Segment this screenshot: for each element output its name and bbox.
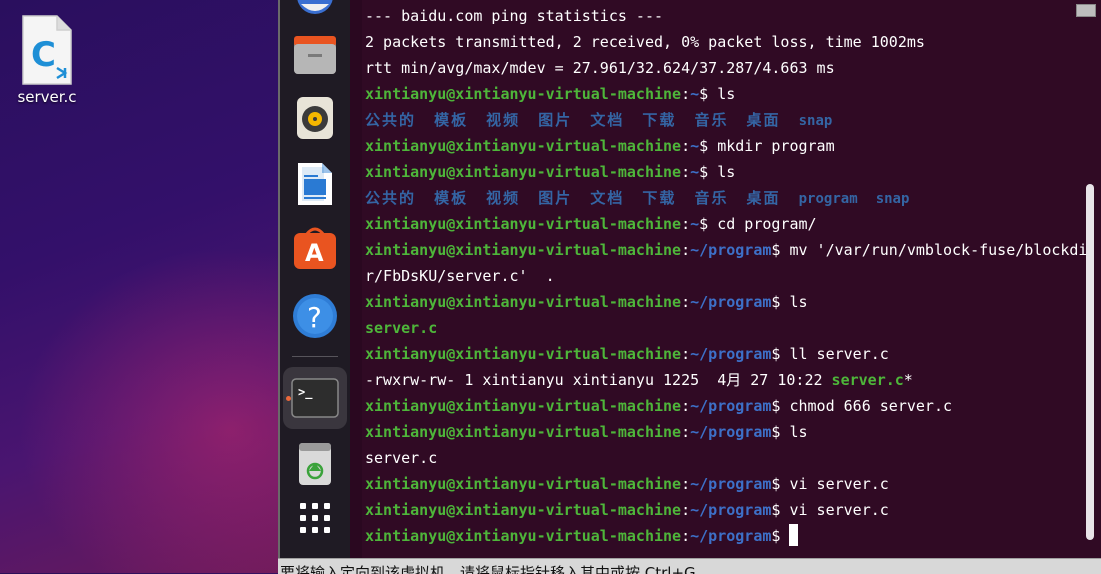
- svg-text:C: C: [31, 35, 56, 75]
- terminal-prompt-line: xintianyu@xintianyu-virtual-machine:~$ l…: [365, 163, 736, 181]
- prompt-user: xintianyu@xintianyu-virtual-machine: [365, 85, 682, 103]
- command-text: ls: [708, 163, 736, 181]
- terminal-prompt-line: xintianyu@xintianyu-virtual-machine:~$ c…: [365, 215, 817, 233]
- ubuntu-dock: A ? >_: [280, 0, 350, 558]
- command-text: ls: [780, 293, 808, 311]
- terminal-line: server.c: [365, 319, 438, 337]
- command-text: mv '/var/run/vmblock-fuse/blockdi: [780, 241, 1088, 259]
- command-text: vi server.c: [780, 501, 889, 519]
- terminal-line: --- baidu.com ping statistics ---: [365, 7, 664, 25]
- terminal-prompt-line: xintianyu@xintianyu-virtual-machine:~$ l…: [365, 85, 736, 103]
- terminal-prompt-line: xintianyu@xintianyu-virtual-machine:~/pr…: [365, 241, 1088, 259]
- command-text: ls: [708, 85, 736, 103]
- terminal-prompt-line: xintianyu@xintianyu-virtual-machine:~/pr…: [365, 397, 953, 415]
- terminal-prompt-line: xintianyu@xintianyu-virtual-machine:~/pr…: [365, 345, 889, 363]
- terminal-left-margin: [350, 0, 362, 558]
- terminal-prompt-line: xintianyu@xintianyu-virtual-machine:~/pr…: [365, 475, 889, 493]
- svg-text:>_: >_: [298, 385, 313, 400]
- trash-icon[interactable]: [289, 438, 341, 490]
- c-source-file-icon: C: [21, 14, 73, 86]
- vm-input-notice-bar: 要将输入定向到该虚拟机，请将鼠标指针移入其中或按 Ctrl+G。: [278, 558, 1101, 574]
- command-text: ll server.c: [780, 345, 889, 363]
- svg-text:?: ?: [307, 301, 322, 334]
- files-icon[interactable]: [289, 28, 341, 80]
- terminal-line: rtt min/avg/max/mdev = 27.961/32.624/37.…: [365, 59, 835, 77]
- terminal-ls-output: 公共的 模板 视频 图片 文档 下载 音乐 桌面 program snap: [365, 189, 910, 207]
- command-text: chmod 666 server.c: [780, 397, 953, 415]
- command-text: vi server.c: [780, 475, 889, 493]
- text-cursor: [789, 524, 799, 546]
- notice-close-button[interactable]: [1076, 4, 1096, 17]
- dock-separator: [292, 356, 338, 357]
- help-icon[interactable]: ?: [289, 290, 341, 342]
- svg-text:A: A: [305, 239, 324, 267]
- ubuntu-software-icon[interactable]: A: [289, 222, 341, 274]
- command-text: mkdir program: [708, 137, 835, 155]
- terminal-line: 2 packets transmitted, 2 received, 0% pa…: [365, 33, 925, 51]
- vm-input-notice-text: 要将输入定向到该虚拟机，请将鼠标指针移入其中或按 Ctrl+G。: [280, 564, 711, 574]
- command-text: ls: [780, 423, 808, 441]
- terminal-active-prompt[interactable]: xintianyu@xintianyu-virtual-machine:~/pr…: [365, 523, 1087, 549]
- terminal-prompt-line: xintianyu@xintianyu-virtual-machine:~$ m…: [365, 137, 835, 155]
- terminal-line: -rwxrw-rw- 1 xintianyu xintianyu 1225 4月…: [365, 371, 913, 389]
- terminal-prompt-line: xintianyu@xintianyu-virtual-machine:~/pr…: [365, 293, 808, 311]
- terminal-prompt-line: xintianyu@xintianyu-virtual-machine:~/pr…: [365, 423, 808, 441]
- terminal-line: r/FbDsKU/server.c' .: [365, 267, 555, 285]
- terminal-prompt-line: xintianyu@xintianyu-virtual-machine:~/pr…: [365, 501, 889, 519]
- terminal-output[interactable]: --- baidu.com ping statistics --- 2 pack…: [365, 3, 1087, 549]
- terminal-scrollbar[interactable]: [1086, 184, 1094, 540]
- libreoffice-writer-icon[interactable]: [289, 158, 341, 210]
- desktop-file-server-c[interactable]: C server.c: [8, 10, 86, 106]
- rhythmbox-icon[interactable]: [289, 92, 341, 144]
- show-apps-icon[interactable]: [289, 492, 341, 544]
- terminal-line: server.c: [365, 449, 438, 467]
- thunderbird-icon[interactable]: [289, 0, 341, 22]
- command-text: cd program/: [708, 215, 817, 233]
- desktop-file-label: server.c: [17, 88, 77, 106]
- terminal-ls-output: 公共的 模板 视频 图片 文档 下载 音乐 桌面 snap: [365, 111, 833, 129]
- terminal-icon[interactable]: >_: [283, 367, 347, 429]
